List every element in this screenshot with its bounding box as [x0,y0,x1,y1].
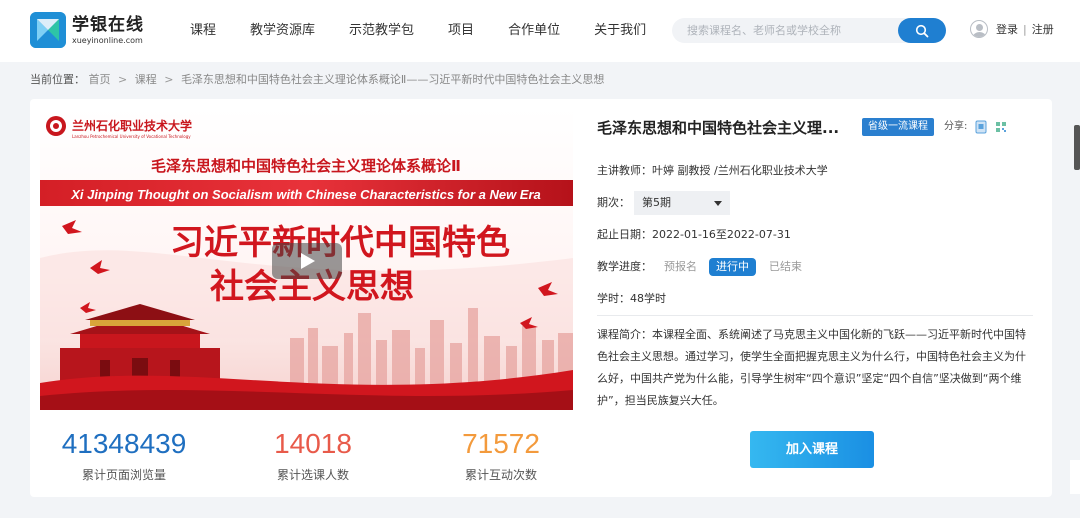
course-level-badge: 省级一流课程 [862,118,934,136]
share-qrcode-icon[interactable] [995,120,1007,134]
breadcrumb-arrow: > [118,73,128,86]
main-nav: 课程 教学资源库 示范教学包 项目 合作单位 关于我们 [190,20,680,42]
progress-row: 教学进度： 预报名 进行中 已结束 [597,258,817,277]
page-scrollbar-thumb[interactable] [1074,125,1080,170]
progress-step-ongoing: 进行中 [709,258,756,276]
progress-step-preregister: 预报名 [664,260,697,273]
video-play-button[interactable] [272,243,342,279]
stat-page-views: 41348439 累计页面浏览量 [44,428,204,483]
logo-title: 学银在线 [72,14,144,35]
teacher-row: 主讲教师：叶婷 副教授 /兰州石化职业技术大学 [597,163,828,179]
stat-interactions: 71572 累计互动次数 [421,428,581,483]
search-icon [915,24,929,37]
dates-value: 2022-01-16至2022-07-31 [652,228,791,241]
course-title: 毛泽东思想和中国特色社会主义理... [597,119,840,137]
info-divider [597,315,1033,316]
breadcrumb: 当前位置： 首页 > 课程 > 毛泽东思想和中国特色社会主义理论体系概论Ⅱ——习… [30,72,604,88]
nav-item-about[interactable]: 关于我们 [594,20,646,42]
login-link[interactable]: 登录 [996,21,1018,37]
period-select[interactable]: 第5期 [634,191,730,215]
nav-item-projects[interactable]: 项目 [448,20,474,42]
intro-text: 本课程全面、系统阐述了马克思主义中国化新的飞跃——习近平新时代中国特色社会主义思… [597,328,1026,407]
search-button[interactable] [898,18,946,43]
register-link[interactable]: 注册 [1032,21,1054,37]
breadcrumb-label: 当前位置： [30,73,85,86]
period-row: 期次： 第5期 [597,191,730,215]
logo-domain: xueyinonline.com [72,35,143,45]
share-bar: 分享: [944,118,1007,136]
stat-page-views-value: 41348439 [61,428,187,459]
course-cover-video[interactable]: 兰州石化职业技术大学 Lanzhou Petrochemical Univers… [40,108,573,410]
stat-interactions-value: 71572 [462,428,540,459]
breadcrumb-current: 毛泽东思想和中国特色社会主义理论体系概论Ⅱ——习近平新时代中国特色社会主义思想 [180,73,605,86]
stat-page-views-label: 累计页面浏览量 [81,468,166,482]
nav-item-demo-packages[interactable]: 示范教学包 [349,20,414,42]
search-input[interactable] [672,18,894,43]
share-label: 分享: [944,121,968,132]
logo-icon [30,12,66,48]
period-value: 第5期 [642,196,671,209]
top-header: 学银在线 xueyinonline.com 课程 教学资源库 示范教学包 项目 … [0,0,1080,62]
intro-label: 课程简介： [597,328,652,341]
nav-item-courses[interactable]: 课程 [190,20,216,42]
hours-label: 学时： [597,292,630,305]
user-avatar-icon[interactable] [970,20,988,38]
dates-row: 起止日期：2022-01-16至2022-07-31 [597,227,791,243]
login-separator: | [1023,22,1027,36]
nav-item-partners[interactable]: 合作单位 [508,20,560,42]
user-area: 登录 | 注册 [970,20,1054,38]
hours-value: 48学时 [630,292,666,305]
progress-label: 教学进度： [597,260,652,273]
teacher-label: 主讲教师： [597,164,652,177]
teacher-value: 叶婷 副教授 /兰州石化职业技术大学 [652,164,828,177]
search-box [672,18,946,43]
join-course-button[interactable]: 加入课程 [750,431,874,468]
cover-school-en: Lanzhou Petrochemical University of Voca… [72,134,191,139]
breadcrumb-home[interactable]: 首页 [89,73,111,86]
cover-school-name: 兰州石化职业技术大学 [72,118,192,133]
stat-interactions-label: 累计互动次数 [464,468,537,482]
cover-title-en: Xi Jinping Thought on Socialism with Chi… [70,187,541,202]
side-floating-tab [1070,460,1080,494]
cover-title-cn: 毛泽东思想和中国特色社会主义理论体系概论Ⅱ [151,157,461,175]
stat-enrollments-value: 14018 [274,428,352,459]
breadcrumb-courses[interactable]: 课程 [135,73,157,86]
stat-enrollments-label: 累计选课人数 [276,468,349,482]
breadcrumb-arrow: > [164,73,174,86]
course-intro: 课程简介：本课程全面、系统阐述了马克思主义中国化新的飞跃——习近平新时代中国特色… [597,324,1035,412]
site-logo[interactable]: 学银在线 xueyinonline.com [30,12,144,48]
share-wechat-icon[interactable] [975,120,987,134]
period-label: 期次： [597,196,630,209]
nav-item-resource-library[interactable]: 教学资源库 [250,20,315,42]
hours-row: 学时：48学时 [597,291,666,307]
dates-label: 起止日期： [597,228,652,241]
stat-enrollments: 14018 累计选课人数 [233,428,393,483]
progress-step-ended: 已结束 [769,260,802,273]
